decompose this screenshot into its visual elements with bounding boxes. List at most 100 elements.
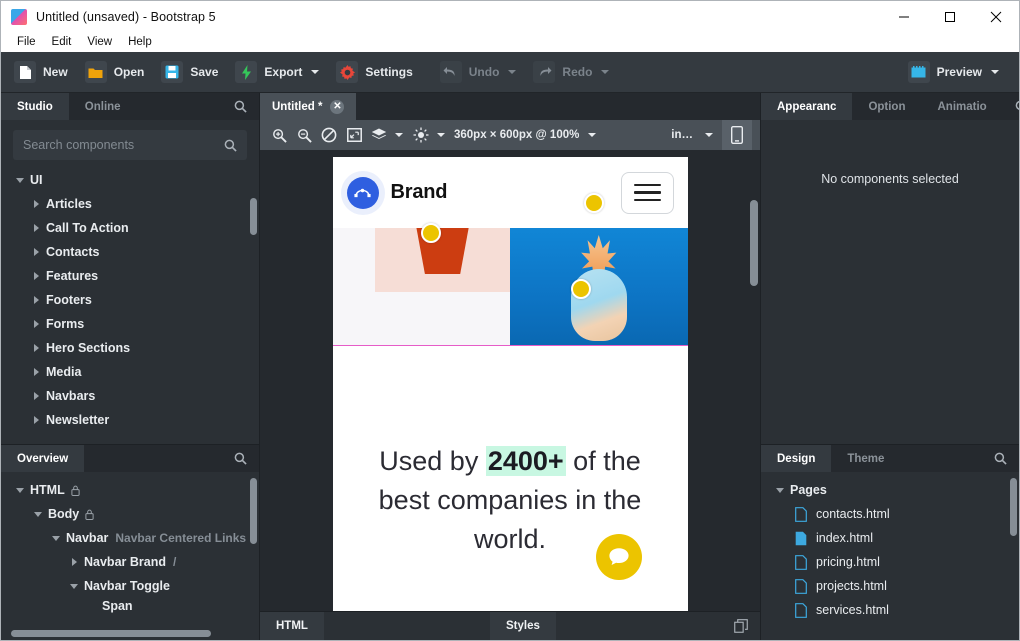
preview-image-pineapple[interactable] <box>510 228 688 345</box>
properties-panel-tabs: Appearanc Option Animatio <box>761 93 1020 120</box>
search-icon[interactable] <box>222 445 259 472</box>
overview-horizontal-scrollbar[interactable] <box>11 630 211 637</box>
tree-item-footers[interactable]: Footers <box>1 288 259 312</box>
settings-button[interactable]: Settings <box>331 57 421 87</box>
preview-button[interactable]: Preview <box>903 57 1008 87</box>
menu-file[interactable]: File <box>9 34 44 50</box>
tab-design[interactable]: Design <box>761 445 832 472</box>
selection-marker[interactable] <box>583 193 604 213</box>
menu-help[interactable]: Help <box>120 34 160 50</box>
main-toolbar: New Open Save Export Settings Undo Redo … <box>1 52 1019 93</box>
pages-group-header[interactable]: Pages <box>761 478 1019 502</box>
chevron-down-icon[interactable] <box>311 70 320 74</box>
tab-online[interactable]: Online <box>68 93 137 120</box>
file-icon <box>795 578 807 594</box>
search-icon[interactable] <box>1003 93 1020 120</box>
page-item-services[interactable]: services.html <box>761 598 1019 622</box>
search-icon[interactable] <box>224 139 237 152</box>
tree-item-media[interactable]: Media <box>1 360 259 384</box>
save-disk-icon <box>161 61 184 83</box>
chevron-down-icon[interactable] <box>437 133 445 137</box>
page-item-index[interactable]: index.html <box>761 526 1019 550</box>
tab-overview[interactable]: Overview <box>1 445 85 472</box>
undo-button[interactable]: Undo <box>435 57 526 87</box>
tree-item-label: Navbars <box>46 389 96 403</box>
preview-navbar[interactable]: Brand <box>332 157 688 228</box>
pen-tool-icon[interactable] <box>346 176 379 209</box>
selection-marker[interactable] <box>420 223 441 243</box>
close-icon[interactable]: ✕ <box>330 99 345 114</box>
new-file-icon <box>14 61 36 83</box>
unit-selector[interactable]: in… <box>671 129 719 141</box>
zoom-in-icon[interactable] <box>268 124 290 146</box>
document-tab-untitled[interactable]: Untitled * ✕ <box>260 93 357 120</box>
new-button-label: New <box>43 65 68 79</box>
canvas-vertical-scrollbar[interactable] <box>750 200 758 286</box>
chevron-down-icon[interactable] <box>395 133 403 137</box>
menu-view[interactable]: View <box>79 34 120 50</box>
tree-item-hero-sections[interactable]: Hero Sections <box>1 336 259 360</box>
pages-scrollbar[interactable] <box>1010 478 1017 536</box>
export-button[interactable]: Export <box>230 57 328 87</box>
overview-item-html[interactable]: HTML <box>1 478 259 502</box>
components-scrollbar[interactable] <box>250 198 257 235</box>
overview-item-body[interactable]: Body <box>1 502 259 526</box>
preview-image-plant[interactable] <box>332 228 510 345</box>
chevron-down-icon[interactable] <box>601 70 610 74</box>
menu-edit[interactable]: Edit <box>44 34 80 50</box>
search-input[interactable] <box>23 138 224 152</box>
page-item-projects[interactable]: projects.html <box>761 574 1019 598</box>
tree-item-contacts[interactable]: Contacts <box>1 240 259 264</box>
zoom-out-icon[interactable] <box>293 124 315 146</box>
device-preview-frame[interactable]: Brand Used by 2400+ of the best companie… <box>332 157 688 611</box>
overview-vertical-scrollbar[interactable] <box>250 478 257 544</box>
chevron-down-icon[interactable] <box>991 70 999 74</box>
tab-theme[interactable]: Theme <box>831 445 901 472</box>
overview-item-navbar[interactable]: Navbar Navbar Centered Links <box>1 526 259 550</box>
canvas-area[interactable]: Brand Used by 2400+ of the best companie… <box>260 150 760 611</box>
search-icon[interactable] <box>982 445 1019 472</box>
tab-html[interactable]: HTML <box>260 612 324 640</box>
open-button[interactable]: Open <box>80 57 154 87</box>
tree-item-newsletter[interactable]: Newsletter <box>1 408 259 432</box>
page-item-contacts[interactable]: contacts.html <box>761 502 1019 526</box>
tree-item-features[interactable]: Features <box>1 264 259 288</box>
tree-item-navbars[interactable]: Navbars <box>1 384 259 408</box>
page-item-pricing[interactable]: pricing.html <box>761 550 1019 574</box>
tree-item-forms[interactable]: Forms <box>1 312 259 336</box>
search-icon[interactable] <box>222 93 259 120</box>
tree-item-call-to-action[interactable]: Call To Action <box>1 216 259 240</box>
maximize-icon[interactable] <box>927 1 973 32</box>
overview-item-navbar-toggle[interactable]: Navbar Toggle <box>1 574 259 598</box>
pages-list: Pages contacts.html index.html pricing.h… <box>761 472 1019 640</box>
tab-styles[interactable]: Styles <box>490 612 556 640</box>
overview-item-navbar-brand[interactable]: Navbar Brand / <box>1 550 259 574</box>
duplicate-icon[interactable] <box>722 612 760 640</box>
tab-appearance[interactable]: Appearanc <box>761 93 853 120</box>
brightness-icon[interactable] <box>410 124 432 146</box>
chevron-down-icon[interactable] <box>508 70 517 74</box>
mobile-device-icon[interactable] <box>722 120 752 150</box>
tree-item-articles[interactable]: Articles <box>1 192 259 216</box>
tab-studio[interactable]: Studio <box>1 93 69 120</box>
minimize-icon[interactable] <box>881 1 927 32</box>
fit-screen-icon[interactable] <box>343 124 365 146</box>
layers-icon[interactable] <box>368 124 390 146</box>
disable-icon[interactable] <box>318 124 340 146</box>
overview-item-span[interactable]: Span <box>1 598 259 614</box>
preview-gallery[interactable] <box>332 228 688 346</box>
search-components-box[interactable] <box>13 130 247 160</box>
redo-button[interactable]: Redo <box>528 57 618 87</box>
save-button[interactable]: Save <box>156 57 227 87</box>
selection-marker[interactable] <box>570 279 591 299</box>
chevron-down-icon[interactable] <box>588 133 597 137</box>
chevron-down-icon[interactable] <box>705 133 713 137</box>
page-item-label: index.html <box>816 531 873 545</box>
tab-animations[interactable]: Animatio <box>921 93 1003 120</box>
tree-item-ui[interactable]: UI <box>1 168 259 192</box>
chat-bubble-icon[interactable] <box>595 534 642 580</box>
new-button[interactable]: New <box>9 57 77 87</box>
close-icon[interactable] <box>973 1 1019 32</box>
hamburger-menu-icon[interactable] <box>620 171 674 214</box>
tab-options[interactable]: Option <box>852 93 922 120</box>
